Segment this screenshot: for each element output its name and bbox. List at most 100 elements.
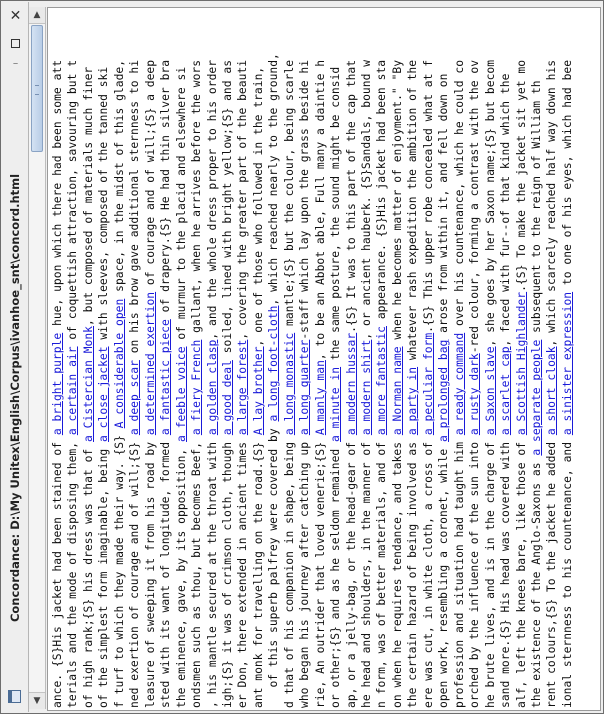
match-link[interactable]: A considerable open bbox=[113, 299, 126, 429]
right-context: .{S} This upper robe concealed what at f bbox=[421, 59, 435, 333]
concordance-line: ap, or a jelly-bag, or the head-gear of … bbox=[344, 60, 359, 708]
concordance-line: er Don, there extended in ancient times … bbox=[235, 60, 250, 708]
concordance-line: ned exertion of courage and of will;{S} … bbox=[127, 60, 142, 708]
left-context: rie, An outrider that loved venerie;{S} bbox=[313, 435, 327, 708]
match-link[interactable]: a scarlet cap bbox=[499, 346, 512, 435]
concordance-line: ere was cut, in white cloth, a cross of … bbox=[421, 60, 436, 708]
left-context: or other;{S} and as he seldom remained bbox=[329, 441, 343, 708]
right-context: mantle;{S} but the colour, being scarle bbox=[282, 59, 296, 333]
right-context: subsequent to the reign of William th bbox=[529, 80, 543, 340]
left-context: the certain hazard of being involved as bbox=[406, 435, 420, 708]
left-context: the existence of the Anglo-Saxons as bbox=[529, 455, 543, 708]
match-link[interactable]: a Scottish Highlander bbox=[515, 292, 528, 435]
scrollbar-thumb[interactable] bbox=[31, 25, 43, 152]
close-icon[interactable]: ✕ bbox=[8, 8, 23, 23]
concordance-line: the existence of the Anglo-Saxons as a s… bbox=[529, 80, 544, 708]
match-link[interactable]: A lay brother bbox=[252, 346, 265, 435]
match-link[interactable]: a deep scar bbox=[128, 360, 141, 435]
concordance-line: sand more.{S} His head was covered with … bbox=[498, 74, 513, 708]
concordance-line: ional sternness to his countenance, and … bbox=[560, 60, 575, 708]
match-link[interactable]: a close jacket bbox=[97, 346, 110, 442]
right-context: , but composed of materials much finer bbox=[81, 66, 95, 326]
match-link[interactable]: a long monastic bbox=[283, 333, 296, 435]
left-context: who began his journey after catching up bbox=[298, 435, 312, 708]
right-context: , covering the greater part of the beaut… bbox=[236, 59, 250, 340]
match-link[interactable]: a prolonged bag bbox=[437, 340, 450, 442]
concordance-line: ant monk for travelling on the road.{S} … bbox=[251, 67, 266, 708]
concordance-lines: ance. {S}His jacket had been stained of … bbox=[48, 8, 600, 710]
right-context: with sleeves, composed of the tanned ski bbox=[97, 66, 111, 347]
left-context: ance. {S}His jacket had been stained of bbox=[51, 435, 64, 708]
match-link[interactable]: a large forest bbox=[236, 340, 249, 436]
match-link[interactable]: a long foot-cloth bbox=[267, 306, 280, 422]
match-link[interactable]: a golden clasp bbox=[206, 340, 219, 436]
scroll-right-arrow-icon[interactable]: ▼ bbox=[29, 692, 45, 709]
concordance-line: on when he requires tendance, and takes … bbox=[390, 60, 405, 708]
right-context: of murmur to the placid and elsewhere si bbox=[174, 66, 188, 347]
scrollbar-grip-icon bbox=[35, 85, 39, 95]
left-context: of high rank;{S} his dress was that of bbox=[81, 441, 95, 708]
match-link[interactable]: a separate people bbox=[530, 340, 543, 456]
match-link[interactable]: a more fantastic bbox=[375, 326, 388, 435]
left-context: d that of his companion in shape, being bbox=[282, 435, 296, 708]
match-link[interactable]: a modern shirt bbox=[360, 340, 373, 436]
right-context: .{S} It was to this part of the cap that bbox=[344, 59, 358, 333]
match-link[interactable]: a peculiar form bbox=[422, 333, 435, 435]
left-context: n form, was of better materials, and of bbox=[375, 435, 389, 708]
concordance-line: n form, was of better materials, and of … bbox=[374, 60, 389, 708]
left-context: igh;{S} it was of crimson cloth, though bbox=[220, 435, 234, 708]
concordance-line: of high rank;{S} his dress was that of a… bbox=[81, 67, 96, 708]
left-context: rent colours,{S} To the jacket he added bbox=[545, 435, 559, 708]
concordance-line: he head and shoulders, in the manner of … bbox=[359, 60, 374, 708]
left-context: he brute lives, and is in the charge of bbox=[483, 435, 497, 708]
concordance-line: the eminence, gave, by its opposition, a… bbox=[174, 67, 189, 708]
scroll-left-arrow-icon[interactable]: ▲ bbox=[29, 7, 45, 24]
right-context: when he becomes matter of enjoyment." "B… bbox=[390, 59, 404, 347]
match-link[interactable]: a certain air bbox=[66, 346, 79, 435]
minimize-icon[interactable]: ⁻ bbox=[8, 58, 23, 73]
left-context: leasure of sweeping it from his road by bbox=[143, 435, 157, 708]
match-link[interactable]: a rusty dark bbox=[468, 353, 481, 435]
match-link[interactable]: a long quarter bbox=[298, 340, 311, 436]
right-context: , faced with fur--of that kind which the bbox=[499, 73, 513, 347]
left-context: f turf to which they made their way. {S} bbox=[112, 428, 126, 708]
concordance-line: of this superb palfrey were covered by a… bbox=[266, 53, 281, 708]
right-context: , to be an Abbot able, Full many a daint… bbox=[313, 59, 327, 361]
right-context: soiled, lined with bright yellow;{S} and… bbox=[220, 59, 234, 361]
horizontal-scrollbar[interactable]: ▲ ▼ bbox=[29, 7, 46, 709]
match-link[interactable]: a Saxon slave bbox=[484, 346, 497, 435]
match-link[interactable]: a ready command bbox=[453, 333, 466, 435]
match-link[interactable]: a Cistercian Monk bbox=[82, 326, 95, 442]
match-link[interactable]: a minute in bbox=[329, 367, 342, 442]
title-bar[interactable]: ✕ ⁻ Concordance: D:\My Unitex\English\Co… bbox=[2, 2, 29, 712]
left-context: he head and shoulders, in the manner of bbox=[360, 435, 373, 708]
right-context: of courage and of will;{S} a deep bbox=[143, 59, 157, 292]
concordance-line: open work, resembling a coronet, while a… bbox=[436, 74, 451, 708]
left-context: of the simplest form imaginable, being bbox=[97, 441, 111, 708]
right-context: to one of his eyes, which had bee bbox=[560, 59, 574, 292]
match-link[interactable]: a bright purple bbox=[51, 333, 64, 435]
concordance-line: f turf to which they made their way. {S}… bbox=[112, 60, 127, 708]
match-link[interactable]: a party in bbox=[406, 367, 419, 435]
match-link[interactable]: A manly man bbox=[314, 360, 327, 435]
maximize-icon[interactable] bbox=[8, 36, 23, 51]
match-link[interactable]: a Norman name bbox=[391, 346, 404, 435]
match-link[interactable]: a sinister expression bbox=[561, 292, 574, 435]
match-link[interactable]: a fantastic piece bbox=[159, 319, 172, 435]
match-link[interactable]: a modern hussar bbox=[345, 333, 358, 435]
right-context: , which scarcely reached half way down h… bbox=[545, 59, 559, 347]
left-context: of this superb palfrey were covered by bbox=[267, 421, 281, 708]
right-context: on his brow gave additional sternness to… bbox=[128, 59, 142, 361]
match-link[interactable]: a short cloak bbox=[545, 346, 558, 435]
match-link[interactable]: a feeble voice bbox=[175, 346, 188, 442]
right-context: , one of those who followed in the train… bbox=[251, 66, 265, 347]
match-link[interactable]: a determined exertion bbox=[144, 292, 157, 435]
match-link[interactable]: a good deal bbox=[221, 360, 234, 435]
match-link[interactable]: a fiery French bbox=[190, 340, 203, 436]
concordance-text-area[interactable]: ance. {S}His jacket had been stained of … bbox=[47, 7, 601, 711]
left-context: , his mantle secured at the throat with bbox=[205, 435, 219, 708]
concordance-line: leasure of sweeping it from his road by … bbox=[143, 60, 158, 708]
concordance-line: terials and the mode of disposing them, … bbox=[65, 60, 80, 708]
left-context: open work, resembling a coronet, while bbox=[437, 441, 451, 708]
concordance-line: alf, left the knees bare, like those of … bbox=[514, 60, 529, 708]
